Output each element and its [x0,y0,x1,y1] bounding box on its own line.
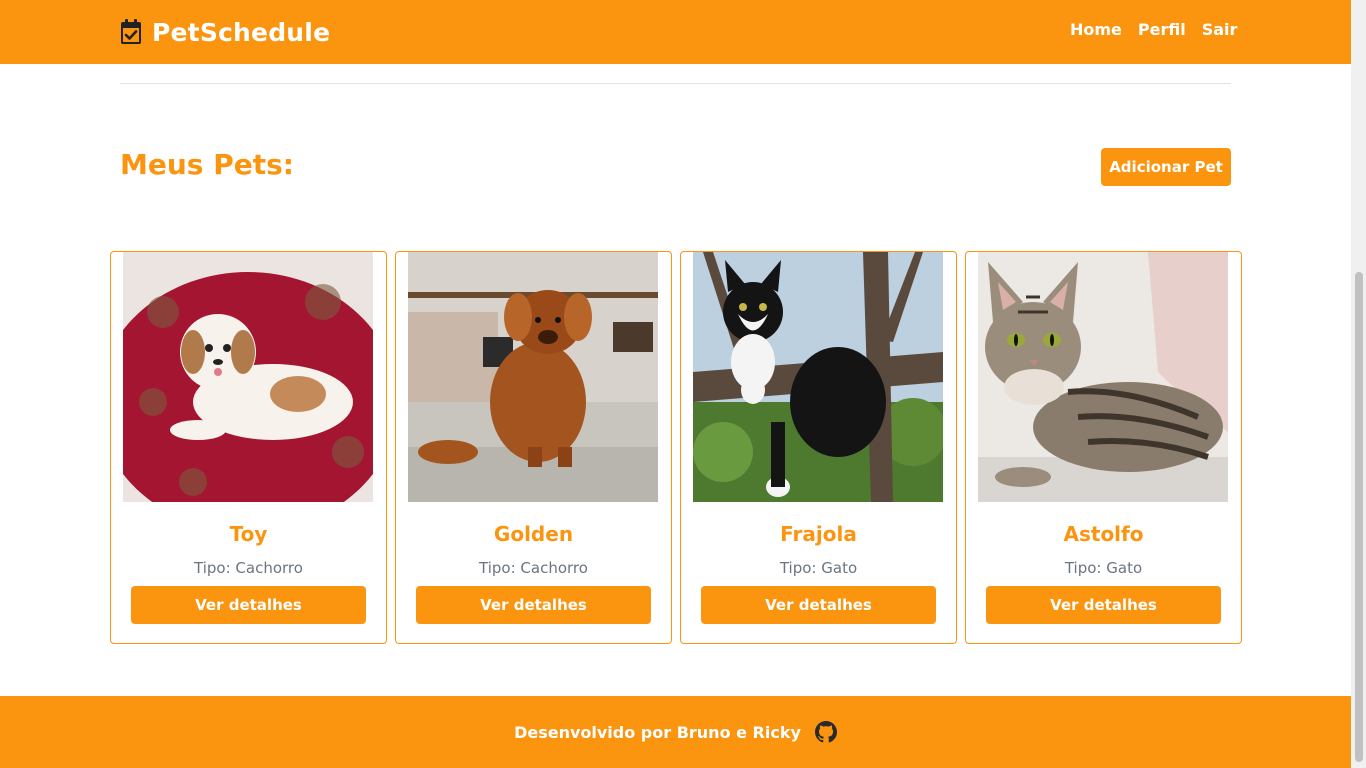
scrollbar-thumb[interactable] [1355,272,1363,762]
pet-name: Frajola [780,522,857,546]
pet-card: Astolfo Tipo: Gato Ver detalhes [965,251,1242,644]
view-details-button[interactable]: Ver detalhes [986,586,1221,624]
add-pet-button[interactable]: Adicionar Pet [1101,148,1231,186]
scrollbar[interactable] [1351,0,1366,768]
pet-photo [408,252,658,502]
navbar: PetSchedule Home Perfil Sair [0,0,1351,64]
footer-credits: Desenvolvido por Bruno e Ricky [514,722,801,742]
pet-type: Tipo: Gato [1064,559,1143,577]
brand-name: PetSchedule [152,17,331,47]
pet-name: Toy [229,522,268,546]
nav-link-perfil[interactable]: Perfil [1138,20,1186,39]
brand[interactable]: PetSchedule [120,15,330,49]
pet-photo [978,252,1228,502]
pet-card: Toy Tipo: Cachorro Ver detalhes [110,251,387,644]
pet-photo [123,252,373,502]
divider [120,83,1231,84]
pet-card: Frajola Tipo: Gato Ver detalhes [680,251,957,644]
pet-type: Tipo: Gato [779,559,858,577]
pet-type: Tipo: Cachorro [194,559,303,577]
page-title: Meus Pets: [120,148,294,181]
pet-name: Astolfo [1063,522,1144,546]
view-details-button[interactable]: Ver detalhes [131,586,366,624]
github-icon[interactable] [814,721,837,743]
pet-type: Tipo: Cachorro [479,559,588,577]
nav-links: Home Perfil Sair [1070,20,1237,39]
pet-name: Golden [493,522,574,546]
nav-link-home[interactable]: Home [1070,20,1122,39]
page: PetSchedule Home Perfil Sair Meus Pets: … [0,0,1366,768]
calendar-check-icon [121,19,141,44]
view-details-button[interactable]: Ver detalhes [701,586,936,624]
view-details-button[interactable]: Ver detalhes [416,586,651,624]
nav-link-sair[interactable]: Sair [1202,20,1238,39]
pet-card: Golden Tipo: Cachorro Ver detalhes [395,251,672,644]
pet-photo [693,252,943,502]
footer: Desenvolvido por Bruno e Ricky [0,696,1351,768]
